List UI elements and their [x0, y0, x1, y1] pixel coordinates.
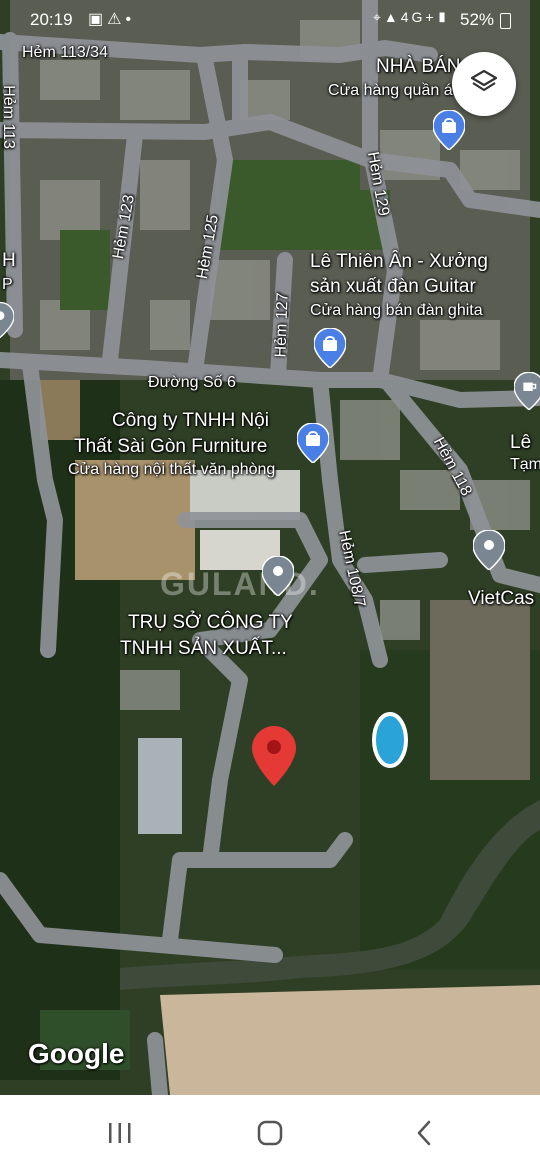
layers-icon — [469, 67, 499, 102]
status-time: 20:19 — [30, 10, 73, 29]
home-icon — [257, 1120, 283, 1146]
recent-apps-icon — [109, 1123, 131, 1143]
place-title-le-thien-an-1[interactable]: Lê Thiên Ân - Xưởng — [310, 251, 488, 273]
location-icon: ⌖ — [373, 9, 384, 25]
navigation-bar — [0, 1095, 540, 1170]
alert-icon: ⚠ — [107, 11, 126, 28]
place-title-nha-ban[interactable]: NHÀ BÁN — [376, 56, 460, 78]
home-button[interactable] — [240, 1113, 300, 1153]
layers-button[interactable] — [452, 52, 516, 116]
place-subtitle-h-partial: P — [2, 276, 13, 293]
road-label-hem-127: Hẻm 127 — [272, 292, 292, 358]
road-label-hem-113: Hẻm 113 — [0, 85, 17, 149]
place-title-cong-ty-noi-that-1[interactable]: Công ty TNHH Nội — [112, 410, 269, 432]
map-watermark: GULAND. — [160, 566, 320, 602]
back-icon — [417, 1120, 431, 1146]
map-imagery — [0, 0, 540, 1095]
satellite-map[interactable]: GULAND. Hẻm 113/34 Hẻm 113 Hẻm 123 Hẻm 1… — [0, 0, 540, 1095]
place-title-h-partial[interactable]: H — [2, 250, 16, 272]
dot-icon: • — [125, 11, 136, 28]
place-subtitle-le-partial: Tạm — [510, 456, 540, 473]
network-label: 4G+ — [400, 9, 437, 25]
google-logo: Google — [28, 1038, 125, 1069]
road-label-hem-113-34: Hẻm 113/34 — [22, 44, 108, 61]
status-bar: 20:19 ▣⚠• ⌖▲4G+▮ 52% — [0, 0, 540, 42]
status-left-icons: ▣⚠• — [88, 9, 135, 29]
recent-apps-button[interactable] — [90, 1113, 150, 1153]
place-subtitle-cong-ty-noi-that: Cửa hàng nội thất văn phòng — [68, 461, 276, 478]
place-subtitle-le-thien-an: Cửa hàng bán đàn ghita — [310, 302, 483, 319]
road-label-duong-so-6: Đường Số 6 — [148, 374, 236, 391]
battery-icon — [500, 13, 511, 29]
place-title-le-partial[interactable]: Lê — [510, 432, 531, 454]
place-subtitle-nha-ban: Cửa hàng quần á — [328, 82, 453, 99]
place-title-vietcas[interactable]: VietCas — [468, 588, 534, 610]
status-right-icons: ⌖▲4G+▮ — [373, 9, 450, 26]
image-icon: ▣ — [88, 11, 108, 28]
battery-percentage: 52% — [460, 10, 495, 29]
back-button[interactable] — [394, 1113, 454, 1153]
wifi-icon: ▲ — [383, 9, 401, 25]
place-title-tru-so-2[interactable]: TNHH SẢN XUẤT... — [120, 638, 287, 660]
place-title-tru-so-1[interactable]: TRỤ SỞ CÔNG TY — [128, 612, 293, 634]
place-title-le-thien-an-2[interactable]: sản xuất đàn Guitar — [310, 276, 476, 298]
signal-icon: ▮ — [436, 9, 451, 25]
place-title-cong-ty-noi-that-2[interactable]: Thất Sài Gòn Furniture — [74, 436, 267, 458]
